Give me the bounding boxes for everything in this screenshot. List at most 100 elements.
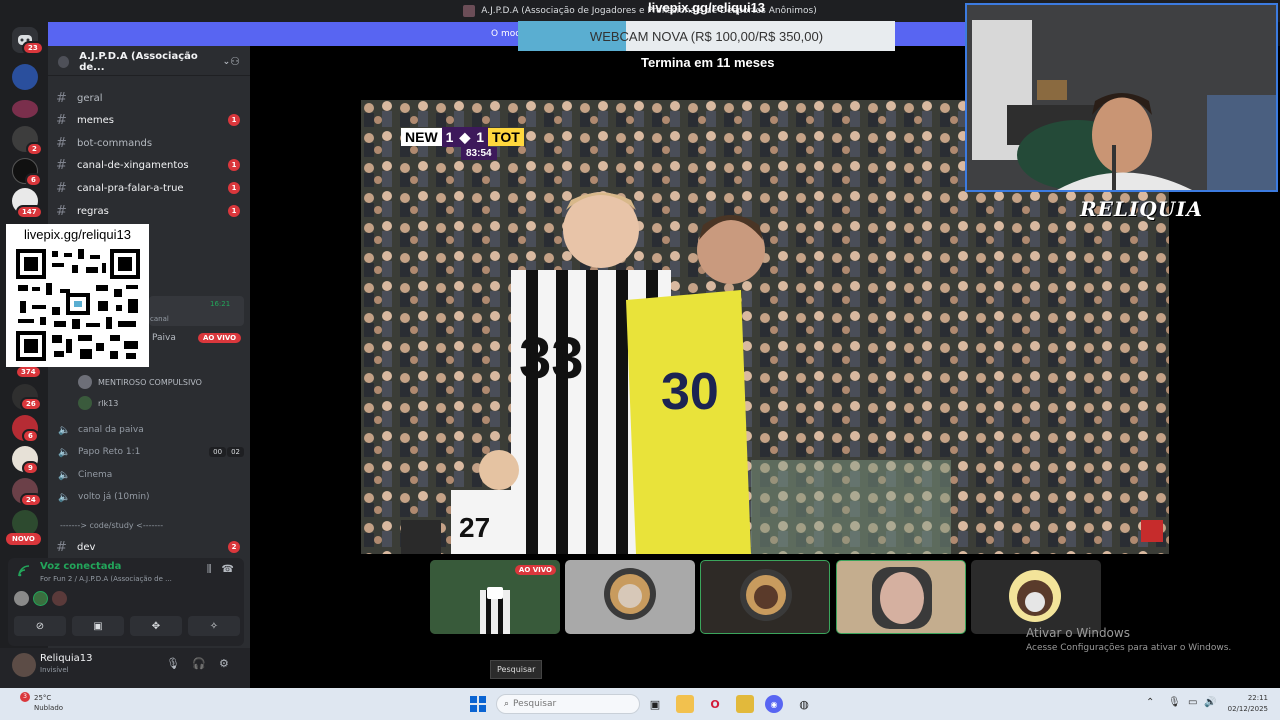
participant-avatar-image: [1009, 570, 1061, 622]
file-explorer-icon[interactable]: [676, 695, 694, 713]
avatar: [78, 396, 92, 410]
weather-badge: 3: [20, 692, 30, 702]
taskbar-clock[interactable]: 22:11 02/12/2025: [1228, 693, 1268, 715]
server-icon[interactable]: [12, 64, 38, 90]
qr-code-card: livepix.gg/reliqui13: [6, 224, 149, 367]
participant-tile-speaking[interactable]: [700, 560, 830, 634]
unread-badge: 1: [228, 114, 240, 126]
avatar: [78, 375, 92, 389]
hash-icon: #: [56, 203, 67, 219]
speaker-icon: 🔈: [58, 469, 71, 481]
invite-people-icon[interactable]: ⚇: [230, 55, 240, 68]
avatar[interactable]: [14, 591, 29, 606]
camera-off-button[interactable]: ⊘: [14, 616, 66, 636]
avatar[interactable]: [33, 591, 48, 606]
channel-name: memes: [77, 114, 114, 126]
obs-icon[interactable]: ◍: [795, 695, 813, 713]
screen-share-icon: ▣: [93, 620, 103, 632]
chevron-up-icon[interactable]: ⌃: [1146, 697, 1154, 708]
activities-button[interactable]: ✥: [130, 616, 182, 636]
network-icon[interactable]: ▭: [1188, 697, 1197, 708]
stream-time: 16:21: [210, 300, 231, 308]
server-badge: 26: [20, 397, 42, 411]
voice-location[interactable]: For Fun 2 / A.J.P.D.A (Associação de ...: [40, 575, 172, 583]
promo-goal-bar: WEBCAM NOVA (R$ 100,00/R$ 350,00): [518, 21, 895, 51]
participant-tile-stream[interactable]: AO VIVO: [430, 560, 560, 634]
live-badge: AO VIVO: [514, 565, 556, 575]
participant-avatar-image: [604, 568, 656, 620]
live-badge: AO VIVO: [198, 333, 242, 343]
clock-time: 22:11: [1247, 694, 1268, 702]
premier-league-icon: ◆: [457, 127, 473, 147]
voice-channel-cinema[interactable]: 🔈 Cinema: [58, 465, 244, 485]
voice-channel-canal-da-paiva[interactable]: 🔈 canal da paiva: [58, 420, 244, 440]
headphones-icon[interactable]: 🎧: [192, 657, 206, 670]
scoreboard: NEW 1 ◆ 1 TOT: [401, 127, 524, 147]
app-icon: [463, 5, 476, 17]
gear-icon[interactable]: ⚙: [219, 657, 229, 670]
screen-share-button[interactable]: ▣: [72, 616, 124, 636]
taskbar-search[interactable]: ⌕: [496, 694, 640, 714]
unread-badge: 2: [228, 541, 240, 553]
channel-snippet: canal: [150, 315, 169, 323]
user-limit: 02: [227, 447, 244, 457]
opera-icon[interactable]: O: [706, 695, 724, 713]
photos-icon[interactable]: [736, 695, 754, 713]
user-snippet: Paiva: [152, 333, 176, 343]
server-badge: 6: [22, 429, 39, 443]
user-name[interactable]: Reliquia13: [40, 653, 93, 664]
hash-icon: #: [56, 135, 67, 151]
task-view-icon[interactable]: ▣: [646, 695, 664, 713]
windows-activation-title: Ativar o Windows: [1026, 626, 1130, 640]
hash-icon: #: [56, 112, 67, 128]
user-panel: Reliquia13 Invisível 🎙 🎧 ⚙: [0, 648, 250, 688]
microphone-icon[interactable]: 🎙: [166, 657, 180, 670]
participant-tile[interactable]: [565, 560, 695, 634]
user-avatar[interactable]: [12, 653, 36, 677]
guild-header[interactable]: A.J.P.D.A (Associação de... ⌄ ⚇: [48, 48, 250, 76]
microphone-tray-icon[interactable]: 🎙: [1168, 697, 1181, 708]
soundboard-button[interactable]: ✧: [188, 616, 240, 636]
channel-regras[interactable]: # regras 1: [56, 201, 246, 221]
channel-canal-pra-falar-a-true[interactable]: # canal-pra-falar-a-true 1: [56, 178, 246, 198]
disconnect-icon[interactable]: ☎: [222, 564, 234, 575]
user-limit-badge: 00 02: [209, 447, 244, 457]
weather-temp: 25°C: [34, 694, 52, 702]
discord-icon[interactable]: ◉: [765, 695, 783, 713]
voice-user[interactable]: rlk13: [78, 394, 118, 412]
livepix-url: livepix.gg/reliqui13: [648, 0, 766, 15]
participant-avatar-image: [872, 567, 932, 629]
hash-icon: #: [56, 90, 67, 106]
channel-geral[interactable]: # geral: [56, 88, 246, 108]
channel-bot-commands[interactable]: # bot-commands: [56, 133, 246, 153]
voice-user[interactable]: MENTIROSO COMPULSIVO: [78, 373, 202, 391]
voice-channel-volto-ja[interactable]: 🔈 volto já (10min): [58, 487, 244, 507]
noise-suppression-icon[interactable]: ⫼: [207, 564, 212, 575]
channel-canal-de-xingamentos[interactable]: # canal-de-xingamentos 1: [56, 155, 246, 175]
qr-code-icon: [16, 249, 140, 361]
server-badge: 6: [25, 173, 42, 187]
channel-name: bot-commands: [77, 137, 153, 149]
voice-status[interactable]: Voz conectada: [40, 561, 121, 572]
category-code-study[interactable]: -------> code/study <-------: [60, 521, 163, 530]
search-input[interactable]: [513, 699, 624, 709]
windows-start-icon[interactable]: [470, 696, 486, 712]
voice-user-name: rlk13: [98, 398, 119, 408]
unread-badge: 1: [228, 205, 240, 217]
participant-tile[interactable]: [971, 560, 1101, 634]
server-icon[interactable]: [12, 100, 38, 118]
channel-memes[interactable]: # memes 1: [56, 110, 246, 130]
volume-icon[interactable]: 🔊: [1204, 697, 1216, 708]
participant-tile-speaking[interactable]: [836, 560, 966, 634]
webcam-feed: [965, 3, 1278, 192]
voice-channel-papo-reto[interactable]: 🔈 Papo Reto 1:1 00 02: [58, 442, 244, 462]
channel-name: canal-de-xingamentos: [77, 159, 189, 171]
participant-avatar-image: [740, 569, 792, 621]
voice-channel-name: canal da paiva: [78, 425, 144, 435]
away-score: 1: [472, 127, 489, 147]
chevron-down-icon: ⌄: [222, 56, 231, 67]
channel-dev[interactable]: # dev 2: [56, 537, 246, 557]
voice-channel-name: volto já (10min): [78, 492, 150, 502]
channel-name: dev: [77, 541, 96, 553]
avatar[interactable]: [52, 591, 67, 606]
